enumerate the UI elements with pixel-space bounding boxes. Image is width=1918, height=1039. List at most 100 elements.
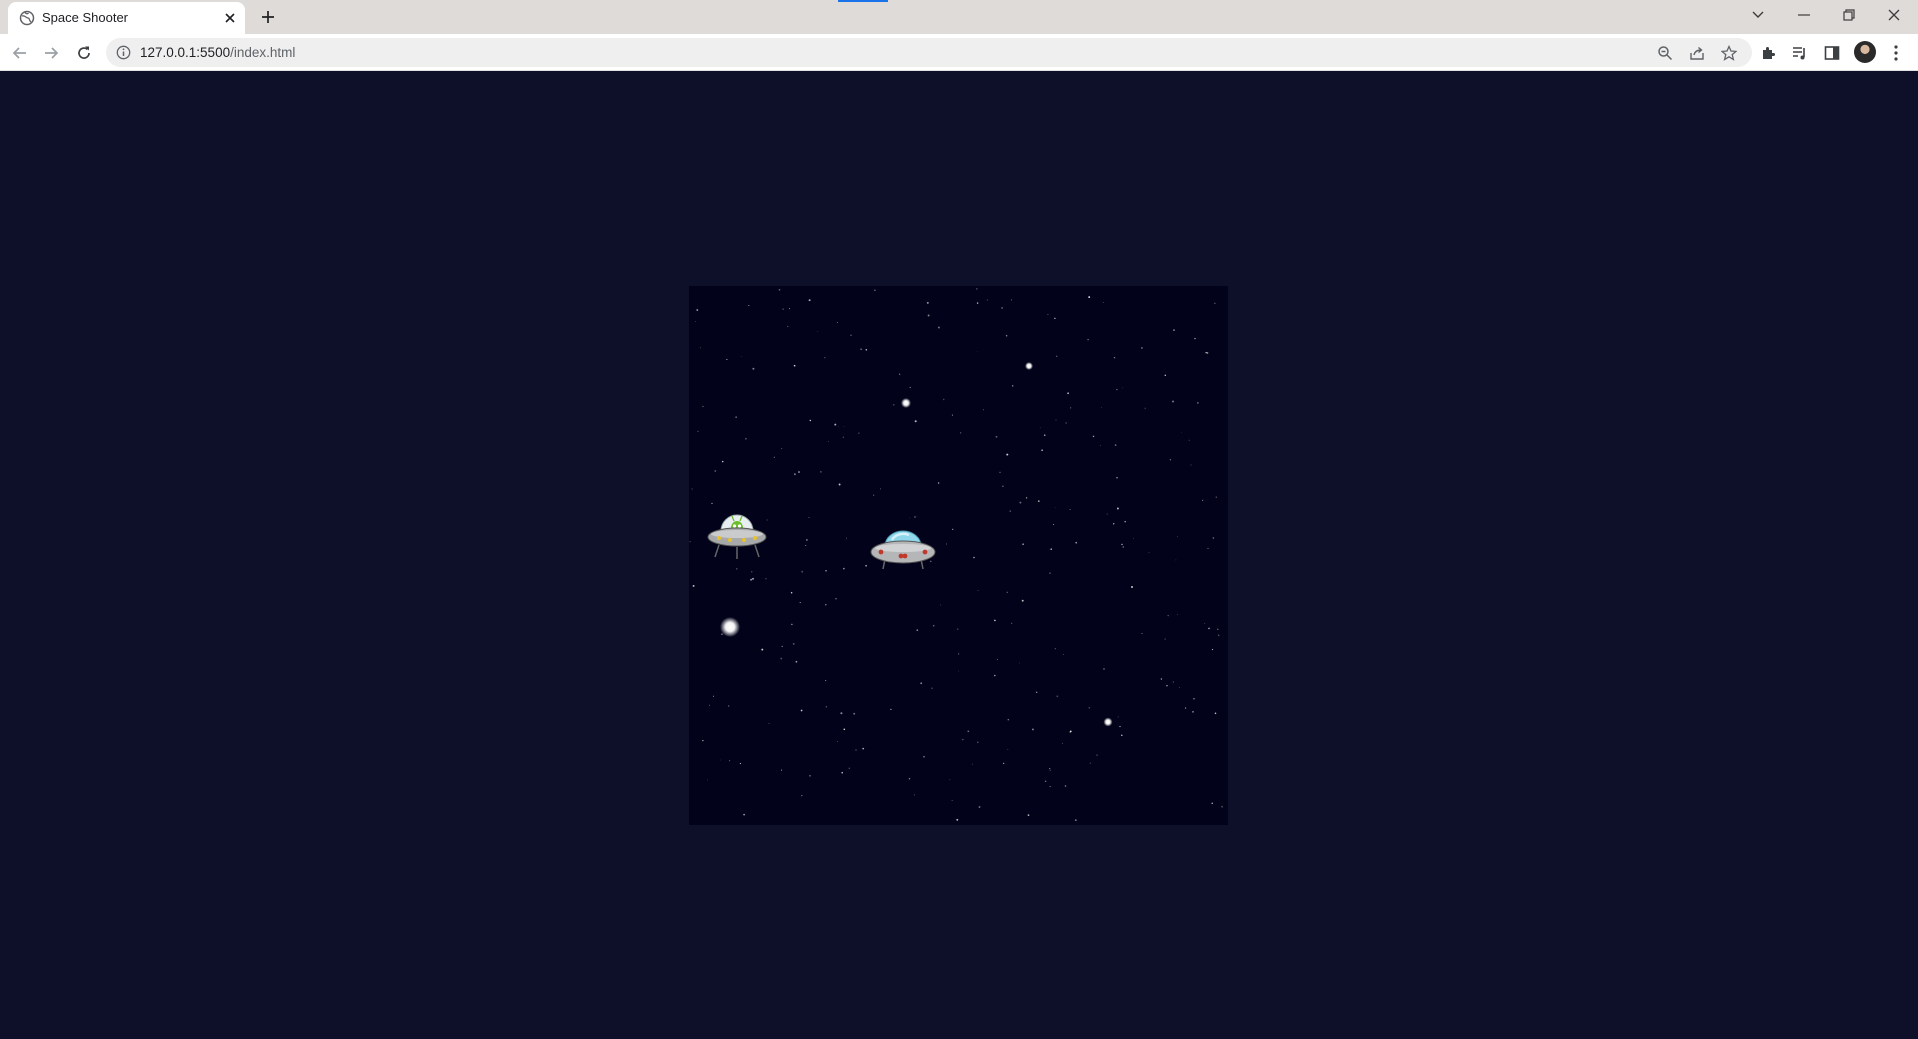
address-bar[interactable]: 127.0.0.1:5500/index.html [106,38,1752,67]
star [781,448,783,449]
star [752,577,754,580]
star [766,519,768,521]
star [1169,459,1172,461]
extensions-puzzle-icon[interactable] [1758,43,1778,63]
star [1088,706,1091,709]
star [961,738,964,741]
star [1054,507,1056,509]
star [1007,718,1010,721]
star [1148,552,1150,554]
restore-icon[interactable] [1837,4,1861,26]
star [840,712,843,715]
star [957,628,959,630]
star [739,763,741,765]
star [1164,374,1167,377]
star [1047,314,1049,316]
star [805,538,808,541]
star [781,645,783,648]
star [1172,400,1174,403]
star [789,308,791,310]
star [1019,501,1022,504]
star [1121,734,1123,737]
star [799,602,801,604]
star [1067,392,1069,395]
reload-icon[interactable] [73,42,95,64]
star [923,755,925,758]
star [994,674,996,677]
star [793,364,796,367]
profile-avatar[interactable] [1854,41,1876,63]
bookmark-star-icon[interactable] [1720,44,1738,62]
star [1054,648,1056,650]
media-playlist-icon[interactable] [1790,43,1810,63]
zoom-icon[interactable] [1656,44,1674,62]
star [1003,762,1005,764]
star [836,322,838,324]
star [982,409,984,411]
star [952,528,954,531]
star [1116,388,1118,391]
star [920,682,923,685]
more-menu-icon[interactable] [1886,43,1906,63]
close-window-icon[interactable] [1882,4,1906,26]
star [1064,785,1067,787]
star [761,648,764,651]
star [1197,402,1199,404]
star [1188,439,1190,441]
minimize-icon[interactable] [1792,4,1816,26]
star [791,623,793,626]
tab-search-chevron-icon[interactable] [1746,4,1770,26]
star [1065,422,1067,424]
star [1002,485,1004,487]
side-panel-icon[interactable] [1822,43,1842,63]
star [1075,541,1078,544]
star [865,349,868,351]
star [956,818,959,821]
star [750,578,753,581]
browser-tab-strip: Space Shooter [0,0,1918,34]
star [1193,697,1195,700]
star [843,426,845,428]
star [692,584,695,587]
star [862,747,865,750]
star [1026,497,1028,499]
star [1206,352,1209,354]
star [726,358,728,361]
star [711,502,713,504]
star [1160,678,1163,680]
browser-tab[interactable]: Space Shooter [8,2,245,34]
star [1122,387,1124,389]
browser-toolbar: 127.0.0.1:5500/index.html [0,34,1918,71]
star [843,567,845,570]
star [1164,638,1166,640]
star [721,460,724,463]
star [825,603,827,606]
star [1001,306,1004,309]
forward-arrow-icon[interactable] [40,42,62,64]
star [689,540,691,543]
star [1116,476,1118,479]
star [999,471,1001,473]
star [696,309,699,311]
share-icon[interactable] [1688,44,1706,62]
star [937,482,940,484]
star [751,571,753,573]
star [782,308,784,310]
star [853,712,856,715]
star [1069,509,1071,510]
new-tab-plus-icon[interactable] [258,7,278,27]
game-canvas[interactable] [689,286,1228,825]
star [752,367,755,370]
star [1005,334,1008,337]
star [801,794,803,797]
back-arrow-icon[interactable] [9,42,31,64]
star [712,695,714,697]
close-icon[interactable] [222,10,238,26]
star [735,416,737,418]
star [809,419,812,422]
star [714,470,717,472]
star [971,763,973,765]
info-icon[interactable] [116,45,131,60]
star [873,494,875,496]
star [824,356,826,359]
